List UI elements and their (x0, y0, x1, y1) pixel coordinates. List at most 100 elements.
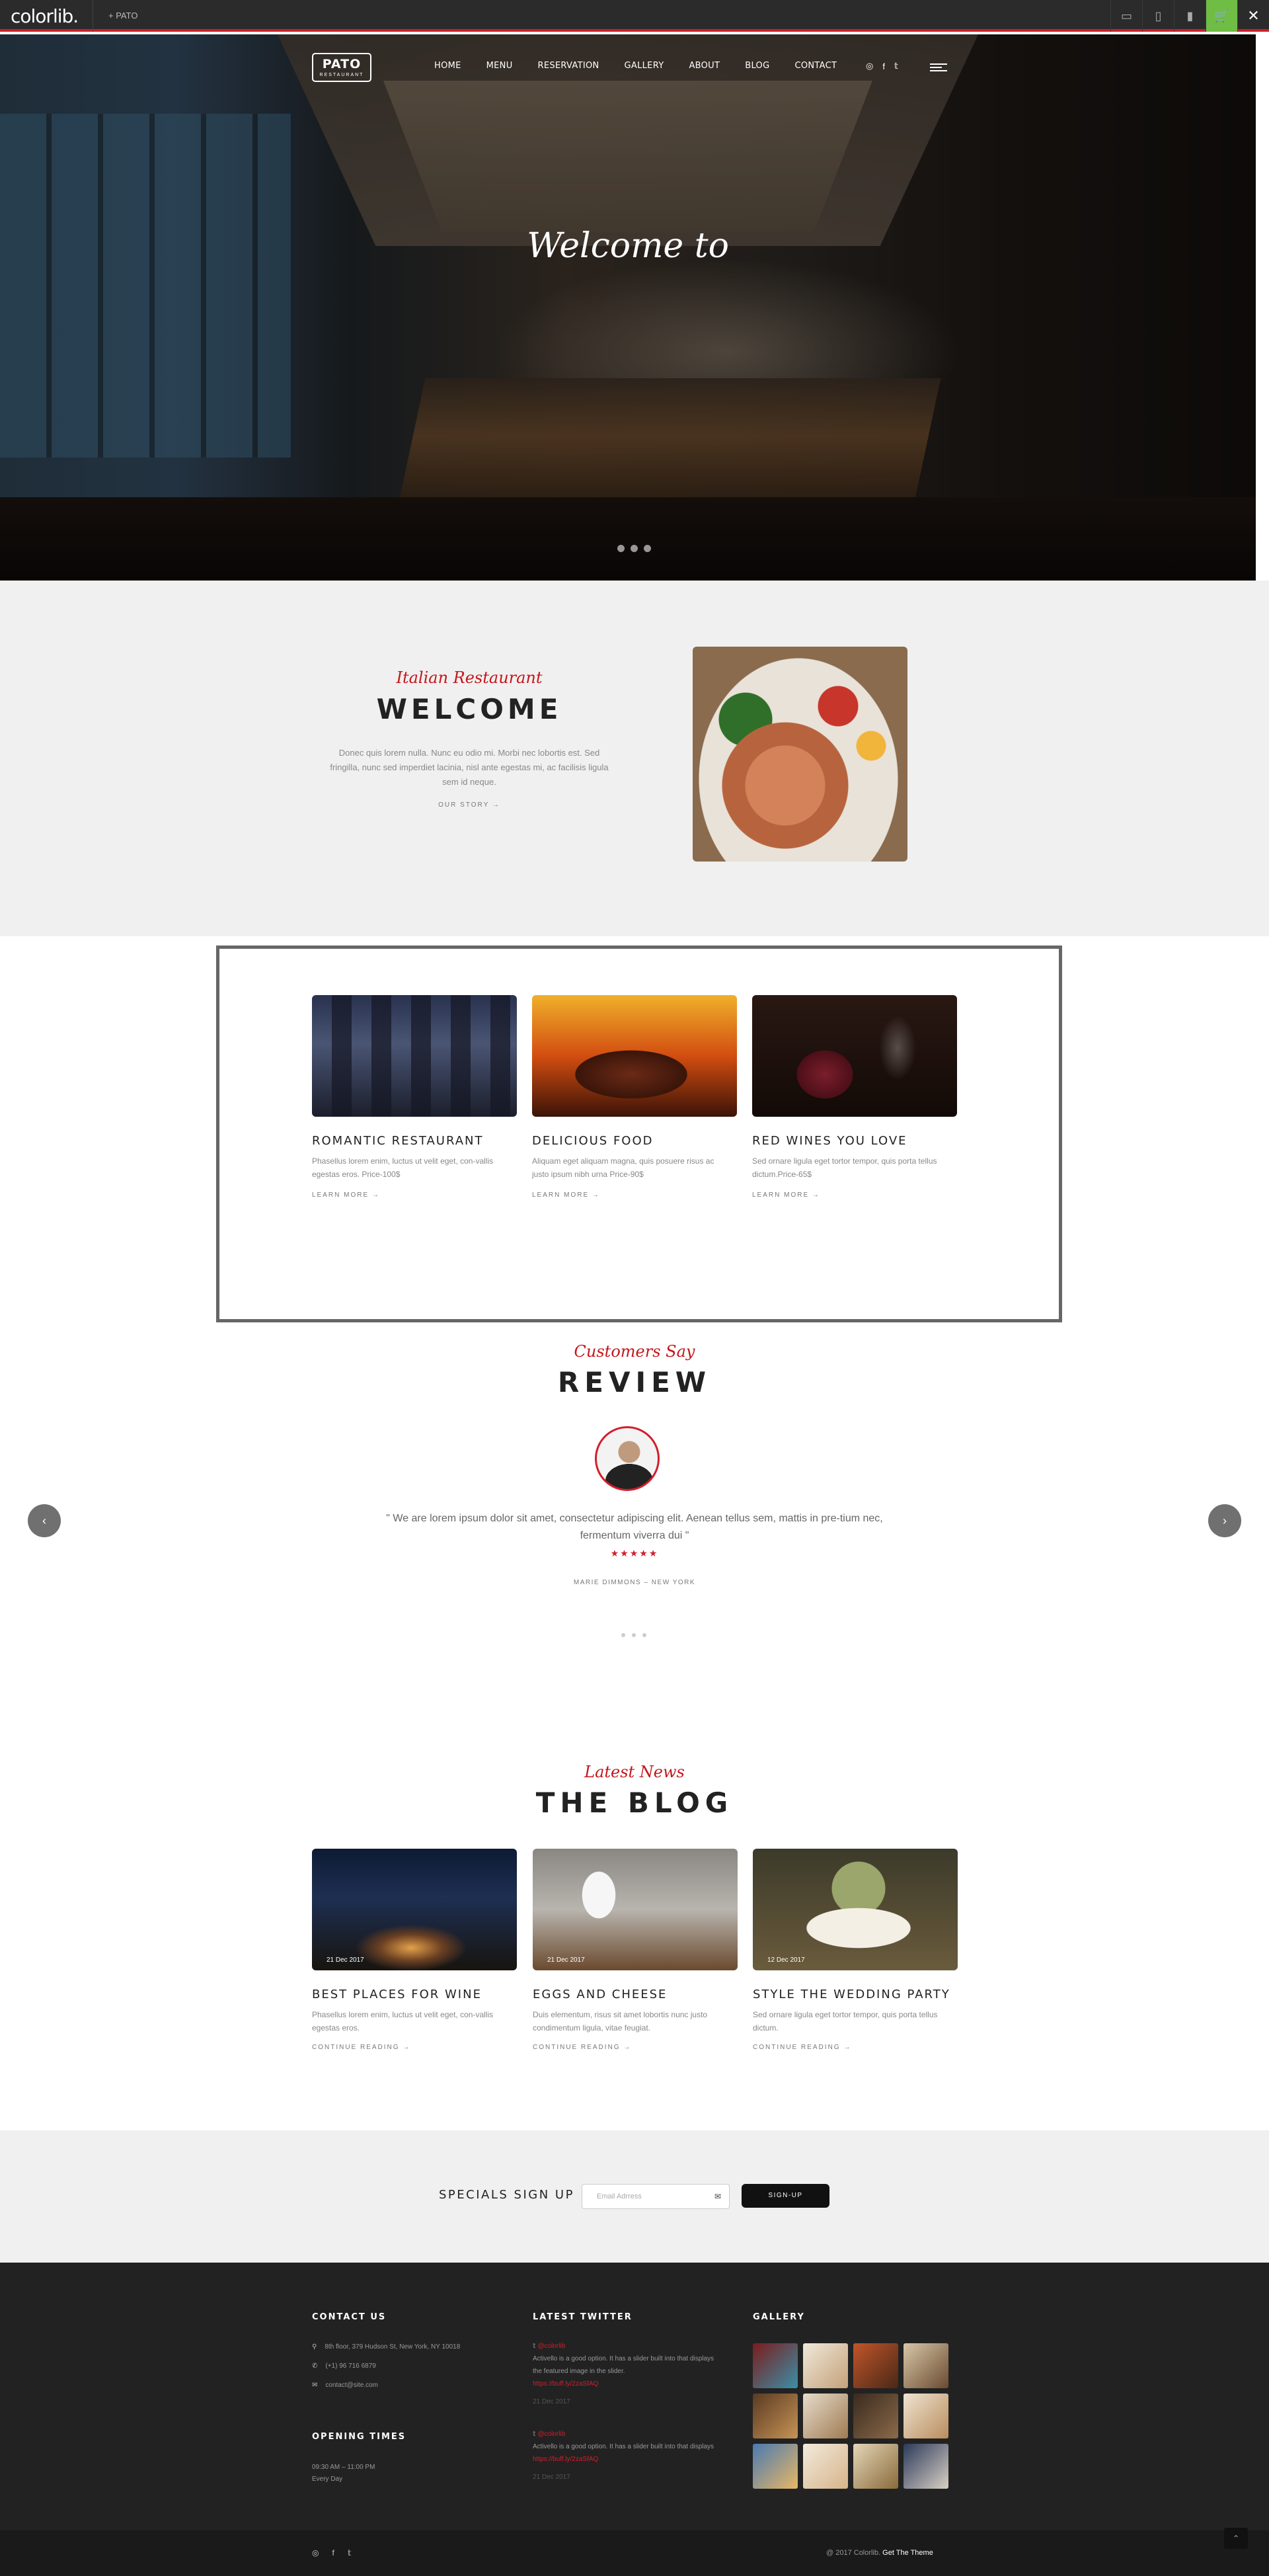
copyright-prefix: @ 2017 Colorlib. (826, 2549, 881, 2557)
hero-title: Welcome to (527, 226, 729, 266)
feature-card: RED WINES YOU LOVE Sed ornare ligula ege… (752, 995, 957, 1199)
hamburger-menu-icon[interactable] (930, 63, 947, 71)
post-title[interactable]: EGGS AND CHEESE (533, 1988, 738, 2001)
tweet-date: 21 Dec 2017 (533, 2474, 570, 2481)
grilled-meat-image (532, 995, 737, 1117)
tweet-link[interactable]: https://buff.ly/2zaSfAQ (533, 2453, 724, 2466)
gallery-thumb[interactable] (753, 2343, 798, 2388)
post-title[interactable]: BEST PLACES FOR WINE (312, 1988, 517, 2001)
review-dots (621, 1633, 646, 1637)
main-nav: PATO RESTAURANT HOME MENU RESERVATION GA… (0, 34, 1256, 101)
tweet-handle[interactable]: @colorlib (537, 2343, 565, 2350)
continue-reading-link[interactable]: CONTINUE READING → (312, 2044, 517, 2051)
continue-reading-link[interactable]: CONTINUE READING → (533, 2044, 738, 2051)
slider-dot[interactable] (617, 545, 625, 552)
nav-menu[interactable]: MENU (486, 61, 513, 71)
review-next-arrow-icon[interactable]: › (1208, 1504, 1241, 1537)
cart-icon[interactable]: 🛒 (1206, 0, 1237, 32)
slider-dot[interactable] (642, 1633, 646, 1637)
header-social: ◎ f 𝕥 (866, 61, 898, 71)
get-theme-link[interactable]: Get The Theme (882, 2549, 933, 2557)
tripadvisor-icon[interactable]: ◎ (312, 2548, 319, 2557)
mountain-village-image[interactable]: 21 Dec 2017 (312, 1849, 517, 1970)
post-excerpt: Duis elementum, risus sit amet lobortis … (533, 2010, 708, 2033)
welcome-title: WELCOME (376, 693, 562, 725)
footer-phone: (+1) 96 716 6879 (325, 2362, 376, 2370)
learn-more-link[interactable]: LEARN MORE → (532, 1191, 737, 1199)
feature-text: Sed ornare ligula eget tortor tempor, qu… (752, 1156, 937, 1179)
gallery-thumb[interactable] (904, 2444, 948, 2489)
red-wine-image (752, 995, 957, 1117)
slider-dot[interactable] (644, 545, 651, 552)
feature-title: RED WINES YOU LOVE (752, 1134, 907, 1148)
facebook-icon[interactable]: f (882, 61, 885, 71)
footer-gallery (753, 2343, 948, 2489)
blog-title: THE BLOG (535, 1787, 734, 1819)
desktop-icon[interactable]: ▭ (1110, 0, 1142, 32)
tweet-text: Activello is a good option. It has a sli… (533, 2443, 714, 2450)
gallery-thumb[interactable] (753, 2444, 798, 2489)
signup-label: SPECIALS SIGN UP (439, 2188, 574, 2202)
blog-post: 21 Dec 2017 EGGS AND CHEESE Duis element… (533, 1849, 738, 2051)
twitter-icon[interactable]: 𝕥 (348, 2548, 352, 2557)
post-title[interactable]: STYLE THE WEDDING PARTY (753, 1988, 958, 2001)
tweet-handle[interactable]: @colorlib (537, 2431, 565, 2438)
gallery-thumb[interactable] (904, 2394, 948, 2438)
gallery-thumb[interactable] (853, 2444, 898, 2489)
footer-social: ◎ f 𝕥 (312, 2548, 351, 2557)
wedding-table-image[interactable]: 12 Dec 2017 (753, 1849, 958, 1970)
blog-post: 12 Dec 2017 STYLE THE WEDDING PARTY Sed … (753, 1849, 958, 2051)
mobile-icon[interactable]: ▮ (1174, 0, 1206, 32)
gallery-thumb[interactable] (904, 2343, 948, 2388)
slider-dot[interactable] (621, 1633, 625, 1637)
gallery-thumb[interactable] (853, 2394, 898, 2438)
feature-text: Phasellus lorem enim, luctus ut velit eg… (312, 1156, 494, 1179)
twitter-icon[interactable]: 𝕥 (894, 61, 898, 71)
nav-about[interactable]: ABOUT (689, 61, 720, 71)
signup-button[interactable]: SIGN-UP (742, 2184, 829, 2208)
footer-email[interactable]: contact@site.com (325, 2382, 378, 2389)
tablet-icon[interactable]: ▯ (1142, 0, 1174, 32)
nav-reservation[interactable]: RESERVATION (538, 61, 599, 71)
gallery-thumb[interactable] (803, 2444, 848, 2489)
nav-gallery[interactable]: GALLERY (625, 61, 664, 71)
welcome-text: Donec quis lorem nulla. Nunc eu odio mi.… (330, 748, 609, 787)
nav-home[interactable]: HOME (434, 61, 461, 71)
features-box: ROMANTIC RESTAURANT Phasellus lorem enim… (216, 946, 1062, 1322)
learn-more-link[interactable]: LEARN MORE → (312, 1191, 517, 1199)
chef-image[interactable]: 21 Dec 2017 (533, 1849, 738, 1970)
our-story-link[interactable]: OUR STORY → (304, 801, 634, 809)
review-prev-arrow-icon[interactable]: ‹ (28, 1504, 61, 1537)
learn-more-link[interactable]: LEARN MORE → (752, 1191, 957, 1199)
tripadvisor-icon[interactable]: ◎ (866, 61, 873, 71)
gallery-thumb[interactable] (803, 2343, 848, 2388)
back-to-top-icon[interactable]: ⌃ (1224, 2528, 1248, 2549)
continue-reading-link[interactable]: CONTINUE READING → (753, 2044, 958, 2051)
facebook-icon[interactable]: f (332, 2548, 334, 2557)
slider-dot[interactable] (631, 545, 638, 552)
close-icon[interactable]: ✕ (1237, 0, 1269, 32)
copyright: @ 2017 Colorlib. Get The Theme (826, 2549, 933, 2557)
post-date: 21 Dec 2017 (327, 1956, 364, 1964)
feature-title: ROMANTIC RESTAURANT (312, 1134, 484, 1148)
email-input[interactable]: Email Adrress ✉ (582, 2184, 730, 2209)
gallery-heading: GALLERY (753, 2312, 805, 2322)
gallery-thumb[interactable] (853, 2343, 898, 2388)
gallery-thumb[interactable] (753, 2394, 798, 2438)
post-excerpt: Phasellus lorem enim, luctus ut velit eg… (312, 2010, 494, 2033)
site-logo[interactable]: PATO RESTAURANT (312, 53, 371, 82)
gallery-thumb[interactable] (803, 2394, 848, 2438)
logo-title: PATO (322, 57, 362, 71)
feature-text: Aliquam eget aliquam magna, quis posuere… (532, 1156, 714, 1179)
nav-contact[interactable]: CONTACT (794, 61, 837, 71)
review-quote: " We are lorem ipsum dolor sit amet, con… (386, 1513, 883, 1541)
nav-blog[interactable]: BLOG (745, 61, 769, 71)
preview-topbar: colorlib. + PATO ▭ ▯ ▮ 🛒 ✕ (0, 0, 1269, 32)
slider-dot[interactable] (632, 1633, 636, 1637)
salmon-dish-image (693, 647, 907, 862)
theme-tab[interactable]: + PATO (99, 0, 147, 32)
post-date: 21 Dec 2017 (547, 1956, 585, 1964)
tweet: 𝕥 @colorlib Activello is a good option. … (533, 2428, 724, 2483)
tweet-link[interactable]: https://buff.ly/2zaSfAQ (533, 2378, 724, 2390)
colorlib-logo[interactable]: colorlib. (11, 5, 79, 27)
